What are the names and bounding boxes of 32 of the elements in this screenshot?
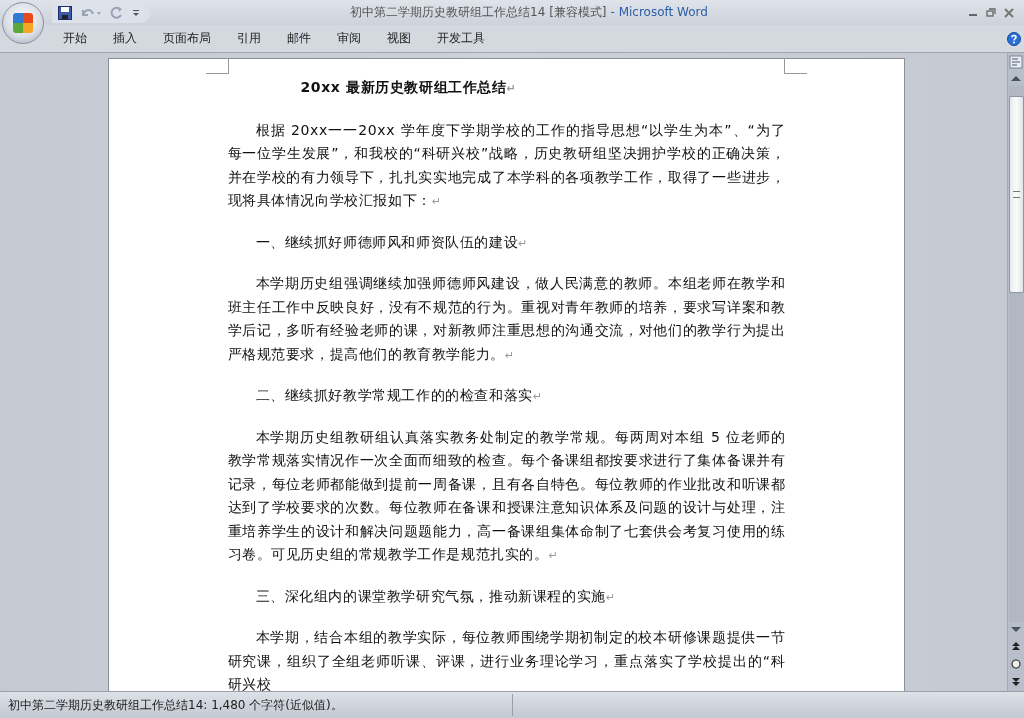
crop-mark [783,59,807,74]
browse-object-icon[interactable] [1010,658,1022,670]
previous-page-icon[interactable] [1010,640,1022,652]
app-title: - Microsoft Word [610,5,708,19]
ribbon-tab[interactable]: 页面布局 [150,30,224,47]
ruler-toggle-icon[interactable] [1009,55,1023,69]
crop-mark [205,59,229,74]
ribbon-tab[interactable]: 视图 [374,30,424,47]
document-heading: 20xx 最新历史教研组工作总结↵ [299,78,517,97]
section-heading: 一、继续抓好师德师风和师资队伍的建设↵ [254,232,529,252]
ribbon-tab[interactable]: 插入 [100,30,150,47]
paragraph-text: 本学期，结合本组的教学实际，每位教师围绕学期初制定的校本研修课题提供一节研究课，组织了全组老师听课、评课，进行业务理论学习，重点落实了学校提出的“科研兴校 [227,628,786,691]
ribbon-tab[interactable]: 开发工具 [424,30,498,47]
ribbon-tab[interactable]: 引用 [224,30,274,47]
restore-icon[interactable] [986,7,996,18]
help-icon[interactable] [1007,31,1021,46]
office-button[interactable] [2,2,44,44]
status-text: 初中第二学期历史教研组工作总结14: 1,480 个字符(近似值)。 [7,696,344,714]
next-page-icon[interactable] [1010,676,1022,688]
ribbon-tab[interactable]: 审阅 [324,30,374,47]
save-icon[interactable] [58,5,72,20]
close-icon[interactable] [1004,7,1014,18]
ribbon-tab[interactable]: 邮件 [274,30,324,47]
scrollbar-thumb[interactable] [1008,96,1024,293]
customize-caret-icon[interactable] [132,8,140,17]
section-heading: 二、继续抓好教学常规工作的的检查和落实↵ [254,386,543,405]
paragraph-text: 本学期历史组强调继续加强师德师风建设，做人民满意的教师。本组老师在教学和班主任工作中反映良好，没有不规范的行为。重视对青年教师的培养，要求写详案和教学后记，多听有经验老师的课，对新教师注重思想的沟通交流，对他们的教学行为提出严格规范要求，提高他们的教育教学能力。↵ [227,274,786,364]
document-title: 初中第二学期历史教研组工作总结14 [兼容模式] [350,5,607,19]
paragraph-text: 根据 20xx一一20xx 学年度下学期学校的工作的指导思想“以学生为本”、“为了每一位学生发展”，和我校的“科研兴校”战略，历史教研组坚决拥护学校的正确决策，并在学校的有力领导下，扎扎实实地完成了本学科的各项教学工作，取得了一些进步，现将具体情况向学校汇报如下：↵ [227,120,786,210]
section-heading: 三、深化组内的课堂教学研究气氛，推动新课程的实施↵ [254,586,616,606]
ribbon-tab[interactable]: 开始 [50,30,100,47]
paragraph-text: 本学期历史组教研组认真落实教务处制定的教学常规。每两周对本组 5 位老师的教学常规落实情况作一次全面而细致的检查。每个备课组都按要求进行了集体备课并有记录，每位老师都能做到提前一周备课，且有各自特色。每位教师的作业批改和听课都达到了学校要求的次数。每位教师在备课和授课注意知识体系及问题的设计与处理，注重培养学生的设计和解决问题题能力，高一备课组集体命制了七套供会考复习使用的练习卷。可见历史组的常规教学工作是规范扎实的。↵ [227,427,786,564]
